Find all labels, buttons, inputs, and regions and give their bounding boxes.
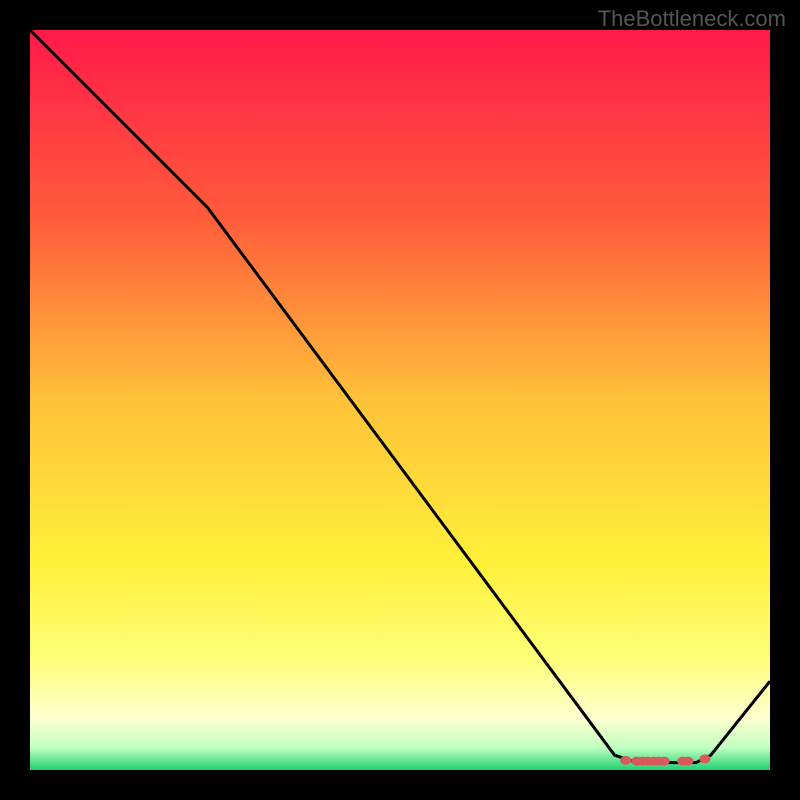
marker-point	[659, 757, 670, 766]
chart-container: TheBottleneck.com	[0, 0, 800, 800]
marker-point	[699, 754, 710, 763]
attribution-text: TheBottleneck.com	[598, 6, 786, 32]
plot-area	[30, 30, 770, 770]
marker-point	[620, 756, 631, 765]
marker-point	[682, 757, 693, 766]
chart-svg	[30, 30, 770, 770]
